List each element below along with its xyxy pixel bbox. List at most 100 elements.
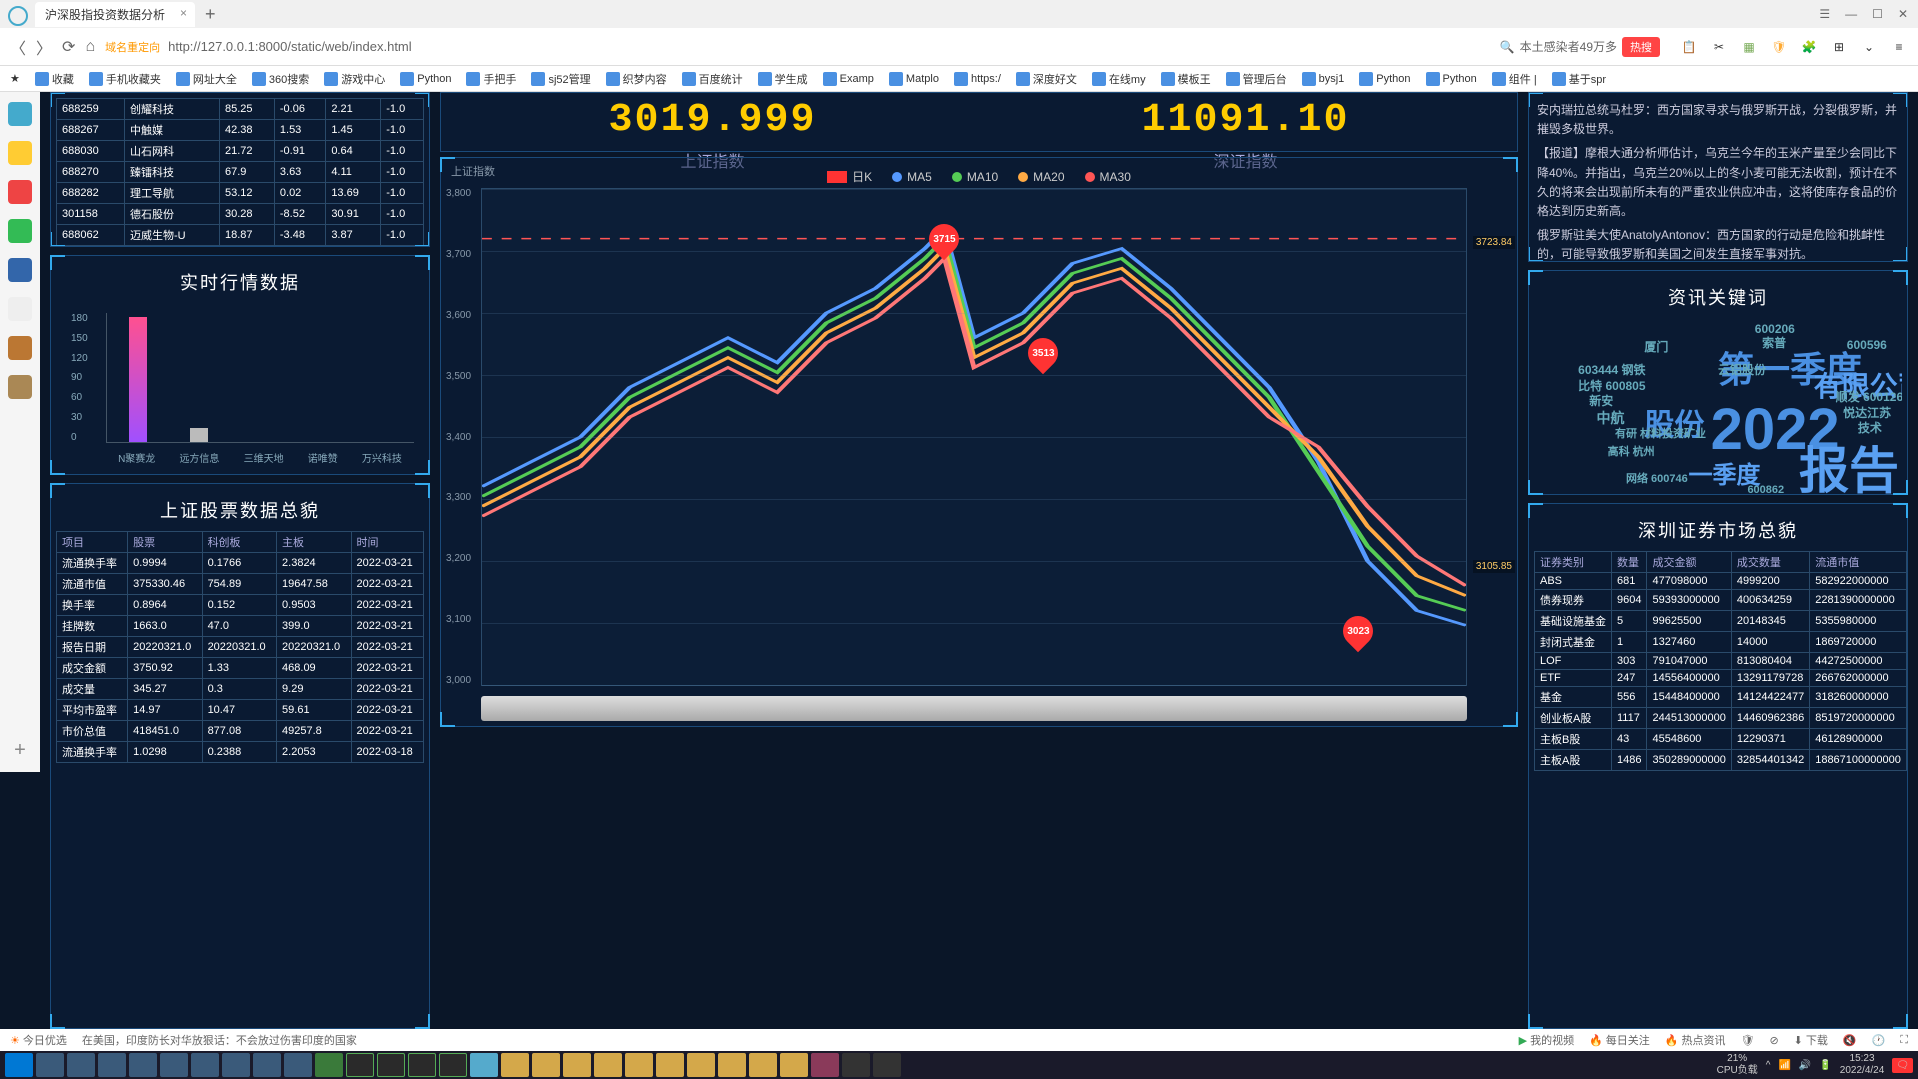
chart-marker[interactable]: 3513: [1028, 338, 1058, 368]
wordcloud-word[interactable]: 报告: [1799, 431, 1899, 503]
hot-info-link[interactable]: 🔥热点资讯: [1665, 1032, 1726, 1048]
cpu-monitor[interactable]: 21% CPU负载: [1717, 1053, 1758, 1077]
taskbar-app[interactable]: [67, 1053, 95, 1077]
wordcloud-word[interactable]: 云铝股份: [1718, 361, 1766, 378]
bookmark-item[interactable]: 360搜索: [252, 71, 309, 87]
table-row[interactable]: 换手率0.89640.1520.95032022-03-21: [57, 595, 424, 616]
bookmark-item[interactable]: 百度统计: [682, 71, 743, 87]
taskbar-app[interactable]: [129, 1053, 157, 1077]
fullscreen-icon[interactable]: ⛶: [1900, 1034, 1908, 1047]
table-row[interactable]: 平均市盈率14.9710.4759.612022-03-21: [57, 700, 424, 721]
taskbar-folder[interactable]: [749, 1053, 777, 1077]
scissors-icon[interactable]: ✂: [1710, 38, 1728, 56]
table-row[interactable]: 688270臻镭科技67.93.634.11-1.0: [57, 162, 424, 183]
minimize-icon[interactable]: —: [1845, 7, 1857, 21]
bookmark-item[interactable]: 基于spr: [1552, 71, 1606, 87]
bookmark-item[interactable]: 织梦内容: [606, 71, 667, 87]
reload-button[interactable]: ⟳: [62, 37, 75, 57]
taskbar-folder[interactable]: [625, 1053, 653, 1077]
wordcloud-word[interactable]: 603444 钢铁: [1578, 361, 1645, 378]
news-ticker[interactable]: 在美国，印度防长对华放狠话：不会放过伤害印度的国家: [82, 1032, 357, 1048]
taskbar-folder[interactable]: [532, 1053, 560, 1077]
favorites-icon[interactable]: ★: [10, 72, 20, 85]
chevron-down-icon[interactable]: ⌄: [1860, 38, 1878, 56]
sidebar-app-icon[interactable]: [8, 297, 32, 321]
taskbar-app[interactable]: [160, 1053, 188, 1077]
table-row[interactable]: 封闭式基金11327460140001869720000: [1535, 632, 1907, 653]
taskbar-app[interactable]: [253, 1053, 281, 1077]
taskbar-pycharm[interactable]: [346, 1053, 374, 1077]
taskbar-folder[interactable]: [687, 1053, 715, 1077]
close-window-icon[interactable]: ✕: [1898, 7, 1908, 21]
sidebar-app-icon[interactable]: [8, 336, 32, 360]
bookmark-item[interactable]: Examp: [823, 71, 874, 87]
taskbar-folder[interactable]: [563, 1053, 591, 1077]
menu-bars-icon[interactable]: ≡: [1890, 38, 1908, 56]
legend-item[interactable]: 日K: [827, 168, 872, 185]
table-row[interactable]: 流通换手率0.99940.17662.38242022-03-21: [57, 553, 424, 574]
wordcloud-word[interactable]: 600862: [1747, 484, 1784, 496]
bookmark-item[interactable]: 学生成: [758, 71, 808, 87]
table-row[interactable]: ABS6814770980004999200582922000000: [1535, 573, 1907, 590]
main-kline-chart[interactable]: 上证指数 日KMA5MA10MA20MA30 3,8003,7003,6003,…: [440, 157, 1518, 727]
sidebar-app-icon[interactable]: [8, 180, 32, 204]
taskbar-folder[interactable]: [718, 1053, 746, 1077]
taskbar-folder[interactable]: [594, 1053, 622, 1077]
tray-battery-icon[interactable]: 🔋: [1819, 1060, 1831, 1071]
table-row[interactable]: 创业板A股11172445130000001446096238685197200…: [1535, 708, 1907, 729]
wordcloud-word[interactable]: 高科 杭州: [1608, 443, 1655, 459]
start-button[interactable]: [5, 1053, 33, 1077]
table-row[interactable]: ETF2471455640000013291179728266762000000: [1535, 670, 1907, 687]
url-input[interactable]: 域名重定向 http://127.0.0.1:8000/static/web/i…: [105, 39, 605, 55]
chart-marker[interactable]: 3715: [929, 224, 959, 254]
bookmark-item[interactable]: Python: [1359, 71, 1410, 87]
table-row[interactable]: 流通换手率1.02980.23882.20532022-03-18: [57, 742, 424, 763]
bar[interactable]: [190, 428, 208, 442]
bookmark-item[interactable]: bysj1: [1302, 71, 1345, 87]
bookmark-item[interactable]: sj52管理: [531, 71, 590, 87]
bookmark-item[interactable]: Matplo: [889, 71, 939, 87]
bookmark-item[interactable]: 模板王: [1161, 71, 1211, 87]
shield-icon[interactable]: 🛡: [1770, 38, 1788, 56]
chart-plot-area[interactable]: 371535133023: [481, 188, 1467, 686]
taskbar-pycharm[interactable]: [377, 1053, 405, 1077]
bookmark-item[interactable]: 在线my: [1092, 71, 1146, 87]
bookmark-item[interactable]: 手机收藏夹: [89, 71, 161, 87]
bookmark-item[interactable]: https:/: [954, 71, 1001, 87]
bookmark-item[interactable]: 组件 |: [1492, 71, 1537, 87]
no-ads-icon[interactable]: ⊘: [1769, 1034, 1778, 1047]
table-row[interactable]: 主板B股43455486001229037146128900000: [1535, 729, 1907, 750]
history-icon[interactable]: 🕐: [1872, 1034, 1886, 1047]
taskbar-pycharm[interactable]: [408, 1053, 436, 1077]
wordcloud-word[interactable]: 600596: [1847, 338, 1887, 352]
bookmark-item[interactable]: Python: [400, 71, 451, 87]
table-row[interactable]: LOF30379104700081308040444272500000: [1535, 653, 1907, 670]
extension-icon[interactable]: ▦: [1740, 38, 1758, 56]
taskbar-app[interactable]: [98, 1053, 126, 1077]
browser-tab[interactable]: 沪深股指投资数据分析 ×: [35, 2, 195, 27]
table-row[interactable]: 成交量345.270.39.292022-03-21: [57, 679, 424, 700]
news-item[interactable]: 安内瑞拉总统马杜罗：西方国家寻求与俄罗斯开战，分裂俄罗斯，并摧毁多极世界。: [1537, 101, 1899, 139]
news-item[interactable]: 俄罗斯驻美大使AnatolyAntonov：西方国家的行动是危险和挑衅性的，可能…: [1537, 226, 1899, 262]
tray-notification-icon[interactable]: 🗨: [1892, 1058, 1913, 1073]
bookmark-item[interactable]: 收藏: [35, 71, 74, 87]
bar[interactable]: [129, 317, 147, 442]
table-row[interactable]: 688062迈威生物-U18.87-3.483.87-1.0: [57, 225, 424, 246]
table-row[interactable]: 688259创耀科技85.25-0.062.21-1.0: [57, 99, 424, 120]
add-sidebar-icon[interactable]: +: [14, 739, 26, 762]
sidebar-app-icon[interactable]: [8, 258, 32, 282]
grid-icon[interactable]: ⊞: [1830, 38, 1848, 56]
taskbar-folder[interactable]: [656, 1053, 684, 1077]
wordcloud-word[interactable]: 新安: [1589, 392, 1613, 409]
table-row[interactable]: 流通市值375330.46754.8919647.582022-03-21: [57, 574, 424, 595]
wordcloud-word[interactable]: 悦达江苏: [1843, 404, 1891, 421]
tray-chevron-icon[interactable]: ^: [1766, 1060, 1771, 1071]
table-row[interactable]: 主板A股148635028900000032854401342188671000…: [1535, 750, 1907, 771]
bookmark-item[interactable]: 手把手: [466, 71, 516, 87]
bookmark-item[interactable]: 游戏中心: [324, 71, 385, 87]
shield-status-icon[interactable]: 🛡: [1740, 1034, 1754, 1047]
forward-button[interactable]: 〉: [36, 35, 52, 59]
taskbar-clock[interactable]: 15:23 2022/4/24: [1840, 1053, 1885, 1077]
legend-item[interactable]: MA10: [952, 168, 998, 185]
tab-close-icon[interactable]: ×: [180, 6, 187, 20]
